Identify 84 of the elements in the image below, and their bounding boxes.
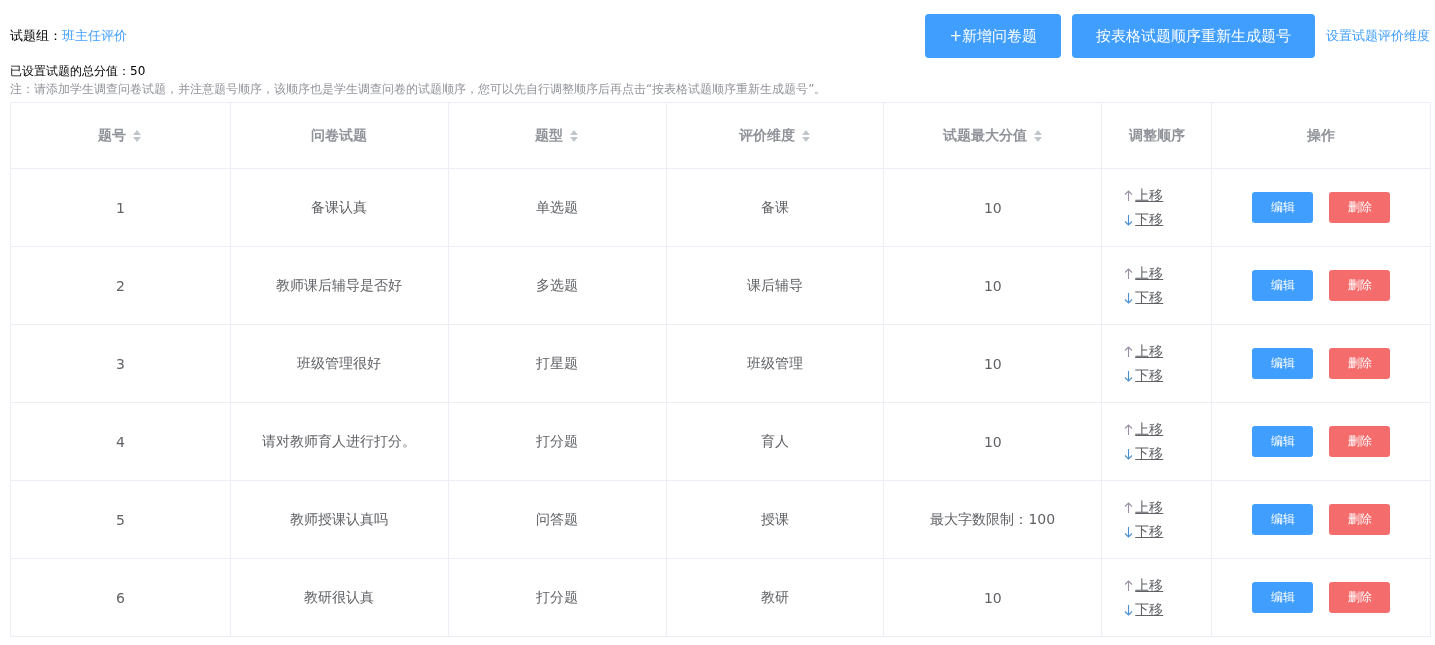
move-up-link[interactable]: 上移 [1135, 264, 1164, 283]
table-cell: 10 [983, 199, 1002, 216]
arrow-down-icon [1124, 525, 1134, 538]
move-up-link[interactable]: 上移 [1135, 186, 1164, 205]
action-button[interactable]: 按表格试题顺序重新生成题号 [1072, 14, 1315, 58]
arrow-up-icon [1124, 345, 1134, 358]
arrow-down-icon [1124, 291, 1134, 304]
table-cell: 教师课后辅导是否好 [276, 276, 403, 295]
column-header: 问卷试题 [311, 126, 368, 145]
arrow-up-icon [1124, 189, 1134, 202]
group-name: 班主任评价 [62, 28, 127, 43]
move-up-link[interactable]: 上移 [1135, 342, 1164, 361]
group-label: 试题组： [10, 28, 62, 43]
table-cell: 打星题 [536, 354, 579, 373]
table-cell: 10 [983, 355, 1002, 372]
table-cell: 教师授课认真吗 [290, 510, 389, 529]
edit-button[interactable]: 编辑 [1252, 582, 1314, 613]
table-cell: 3 [115, 355, 125, 372]
column-header: 操作 [1307, 126, 1336, 145]
move-up-link[interactable]: 上移 [1135, 420, 1164, 439]
table-cell: 问答题 [536, 510, 579, 529]
arrow-down-icon [1124, 603, 1134, 616]
arrow-up-icon [1124, 579, 1134, 592]
arrow-up-icon [1124, 267, 1134, 280]
sort-icon[interactable] [1032, 128, 1043, 143]
column-header[interactable]: 评价维度 [738, 126, 795, 145]
table-cell: 10 [983, 589, 1002, 606]
edit-button[interactable]: 编辑 [1252, 270, 1314, 301]
move-down-link[interactable]: 下移 [1135, 288, 1164, 307]
delete-button[interactable]: 删除 [1329, 348, 1391, 379]
delete-button[interactable]: 删除 [1329, 270, 1391, 301]
table-cell: 班级管理 [746, 354, 803, 373]
table-cell: 单选题 [536, 198, 579, 217]
move-down-link[interactable]: 下移 [1135, 522, 1164, 541]
arrow-down-icon [1124, 369, 1134, 382]
sort-icon[interactable] [569, 128, 580, 143]
move-down-link[interactable]: 下移 [1135, 600, 1164, 619]
delete-button[interactable]: 删除 [1329, 426, 1391, 457]
table-cell: 4 [115, 433, 125, 450]
sort-icon[interactable] [800, 128, 811, 143]
arrow-down-icon [1124, 213, 1134, 226]
table-cell: 打分题 [536, 588, 579, 607]
move-down-link[interactable]: 下移 [1135, 444, 1164, 463]
settings-link[interactable]: 设置试题评价维度 [1326, 27, 1430, 45]
column-header[interactable]: 题型 [535, 126, 564, 145]
edit-button[interactable]: 编辑 [1252, 504, 1314, 535]
column-header[interactable]: 题号 [98, 126, 127, 145]
move-up-link[interactable]: 上移 [1135, 498, 1164, 517]
table-cell: 10 [983, 277, 1002, 294]
table-cell: 5 [115, 511, 125, 528]
table-cell: 课后辅导 [746, 276, 803, 295]
move-down-link[interactable]: 下移 [1135, 210, 1164, 229]
table-cell: 教研很认真 [304, 588, 375, 607]
sort-icon[interactable] [132, 128, 143, 143]
table-cell: 1 [115, 199, 125, 216]
table-cell: 备课 [760, 198, 789, 217]
delete-button[interactable]: 删除 [1329, 192, 1391, 223]
arrow-up-icon [1124, 423, 1134, 436]
arrow-up-icon [1124, 501, 1134, 514]
move-up-link[interactable]: 上移 [1135, 576, 1164, 595]
delete-button[interactable]: 删除 [1329, 504, 1391, 535]
edit-button[interactable]: 编辑 [1252, 348, 1314, 379]
total-score: 已设置试题的总分值：50 [10, 63, 147, 80]
action-button[interactable]: +新增问卷题 [925, 14, 1061, 58]
table-cell: 2 [115, 277, 125, 294]
delete-button[interactable]: 删除 [1329, 582, 1391, 613]
column-header: 调整顺序 [1128, 126, 1185, 145]
table-cell: 6 [115, 589, 125, 606]
table-cell: 班级管理很好 [297, 354, 382, 373]
note-text: 注：请添加学生调查问卷试题，并注意题号顺序，该顺序也是学生调查问卷的试题顺序，您可以先自行调整顺序后再点击“按表格试题顺序重新生成题号”。 [10, 81, 828, 98]
edit-button[interactable]: 编辑 [1252, 192, 1314, 223]
table-cell: 育人 [760, 432, 789, 451]
table-cell: 10 [983, 433, 1002, 450]
arrow-down-icon [1124, 447, 1134, 460]
table-cell: 打分题 [536, 432, 579, 451]
move-down-link[interactable]: 下移 [1135, 366, 1164, 385]
table-cell: 授课 [760, 510, 789, 529]
table-cell: 请对教师育人进行打分。 [262, 432, 417, 451]
table-cell: 教研 [760, 588, 789, 607]
table-cell: 多选题 [536, 276, 579, 295]
table-cell: 最大字数限制：100 [930, 510, 1056, 529]
edit-button[interactable]: 编辑 [1252, 426, 1314, 457]
column-header[interactable]: 试题最大分值 [942, 126, 1027, 145]
table-cell: 备课认真 [311, 198, 368, 217]
